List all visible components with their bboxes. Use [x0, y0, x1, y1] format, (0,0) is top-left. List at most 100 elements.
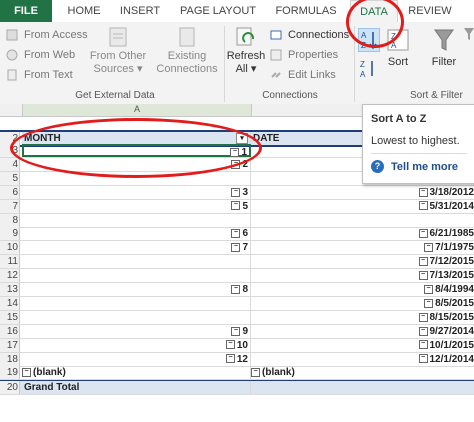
tab-file[interactable]: FILE [0, 0, 52, 22]
row-number[interactable]: 9 [0, 227, 20, 241]
date-cell[interactable]: −8/5/2015 [251, 297, 474, 310]
month-cell[interactable]: − (blank) [22, 366, 251, 380]
grand-total-date-cell[interactable] [251, 381, 474, 395]
from-text-button[interactable]: From Text [6, 66, 73, 84]
row-number[interactable]: 17 [0, 338, 20, 352]
collapse-icon[interactable]: − [418, 187, 428, 197]
collapse-icon[interactable]: − [231, 326, 241, 336]
month-cell[interactable]: −12 [22, 352, 251, 366]
row-number[interactable]: 11 [0, 255, 20, 269]
tab-review[interactable]: REVIEW [404, 0, 456, 22]
collapse-icon[interactable]: − [231, 187, 241, 197]
connections-button[interactable]: Connections [270, 26, 349, 44]
row-number[interactable]: 15 [0, 310, 20, 324]
sort-z-to-a-button[interactable]: ZA [358, 58, 378, 80]
clear-filter-icon[interactable] [464, 26, 474, 44]
tab-data[interactable]: DATA [350, 0, 398, 24]
month-cell[interactable] [22, 213, 251, 227]
tab-home[interactable]: HOME [58, 0, 110, 22]
from-access-button[interactable]: From Access [6, 26, 88, 44]
existing-connections-button[interactable]: Existing Connections [154, 26, 220, 76]
date-cell[interactable]: −3/18/2012 [251, 186, 474, 199]
date-cell[interactable]: −5/31/2014 [251, 200, 474, 213]
edit-links-button[interactable]: Edit Links [270, 66, 336, 84]
month-cell[interactable] [22, 310, 251, 324]
grand-total-cell[interactable]: Grand Total [22, 381, 251, 395]
collapse-icon[interactable]: − [231, 201, 241, 211]
date-cell[interactable]: − (blank) [251, 366, 474, 379]
from-other-sources-button[interactable]: From Other Sources ▾ [88, 26, 148, 76]
sort-a-to-z-button[interactable]: AZ [358, 28, 380, 52]
date-cell[interactable] [251, 214, 474, 227]
tab-page-layout[interactable]: PAGE LAYOUT [176, 0, 260, 22]
row-number[interactable]: 10 [0, 241, 20, 255]
date-cell[interactable]: −8/4/1994 [251, 283, 474, 296]
month-cell[interactable]: −9 [22, 324, 251, 338]
collapse-icon[interactable]: − [424, 284, 434, 294]
month-cell[interactable] [22, 269, 251, 283]
collapse-icon[interactable]: − [251, 368, 260, 378]
month-cell[interactable]: −3 [22, 185, 251, 199]
row-number[interactable]: 13 [0, 283, 20, 296]
collapse-icon[interactable]: − [22, 368, 31, 378]
row-number[interactable]: 19 [0, 366, 20, 380]
date-cell[interactable]: −10/1/2015 [251, 339, 474, 352]
collapse-icon[interactable]: − [231, 243, 241, 253]
refresh-all-button[interactable]: Refresh All ▾ [226, 26, 266, 76]
row-number[interactable]: 20 [0, 381, 20, 395]
row-number[interactable]: 3 [0, 144, 20, 157]
from-web-button[interactable]: From Web [6, 46, 75, 64]
month-cell[interactable]: −8 [22, 283, 251, 296]
row-number[interactable]: 8 [0, 213, 20, 227]
date-value: −8/15/2015 [418, 311, 474, 324]
collapse-icon[interactable]: − [424, 243, 434, 253]
collapse-icon[interactable]: − [418, 354, 428, 364]
collapse-icon[interactable]: − [418, 257, 428, 267]
collapse-icon[interactable]: − [424, 298, 434, 308]
collapse-icon[interactable]: − [418, 312, 428, 322]
month-cell[interactable]: −7 [22, 241, 251, 255]
collapse-icon[interactable]: − [231, 284, 241, 294]
row-number[interactable]: 7 [0, 199, 20, 213]
filter-dropdown-icon[interactable]: ▾ [236, 133, 248, 144]
date-cell[interactable]: −7/13/2015 [251, 269, 474, 282]
row-number[interactable]: 12 [0, 269, 20, 283]
month-cell[interactable] [22, 255, 251, 269]
collapse-icon[interactable]: − [231, 159, 241, 169]
date-cell[interactable]: −6/21/1985 [251, 227, 474, 240]
collapse-icon[interactable]: − [418, 270, 428, 280]
row-number[interactable]: 16 [0, 324, 20, 338]
column-header-a[interactable]: A [22, 104, 252, 116]
tab-formulas[interactable]: FORMULAS [270, 0, 342, 22]
collapse-icon[interactable]: − [231, 229, 241, 239]
date-cell[interactable]: −7/1/1975 [251, 241, 474, 254]
row-number[interactable]: 4 [0, 157, 20, 171]
month-cell[interactable]: −1 [22, 144, 251, 158]
month-cell[interactable] [22, 296, 251, 310]
row-number[interactable]: 5 [0, 171, 20, 185]
date-cell[interactable]: −8/15/2015 [251, 311, 474, 324]
filter-button[interactable]: Filter [426, 26, 462, 69]
month-cell[interactable]: −6 [22, 227, 251, 241]
row-number[interactable]: 14 [0, 296, 20, 310]
collapse-icon[interactable]: − [230, 147, 240, 157]
properties-button[interactable]: Properties [270, 46, 338, 64]
month-cell[interactable] [22, 171, 251, 185]
month-cell[interactable]: −5 [22, 199, 251, 213]
date-cell[interactable]: −7/12/2015 [251, 255, 474, 268]
sort-button[interactable]: ZA Sort [382, 26, 414, 69]
row-number[interactable]: 18 [0, 352, 20, 366]
month-cell[interactable]: −10 [22, 338, 251, 352]
collapse-icon[interactable]: − [225, 340, 235, 350]
row-number[interactable]: 6 [0, 185, 20, 199]
date-cell[interactable]: −9/27/2014 [251, 325, 474, 338]
collapse-icon[interactable]: − [418, 340, 428, 350]
collapse-icon[interactable]: − [225, 354, 235, 364]
collapse-icon[interactable]: − [418, 201, 428, 211]
collapse-icon[interactable]: − [418, 326, 428, 336]
tab-insert[interactable]: INSERT [114, 0, 166, 22]
tell-me-more-link[interactable]: Tell me more [391, 161, 458, 173]
collapse-icon[interactable]: − [418, 229, 428, 239]
date-cell[interactable]: −12/1/2014 [251, 353, 474, 366]
month-cell[interactable]: −2 [22, 157, 251, 171]
